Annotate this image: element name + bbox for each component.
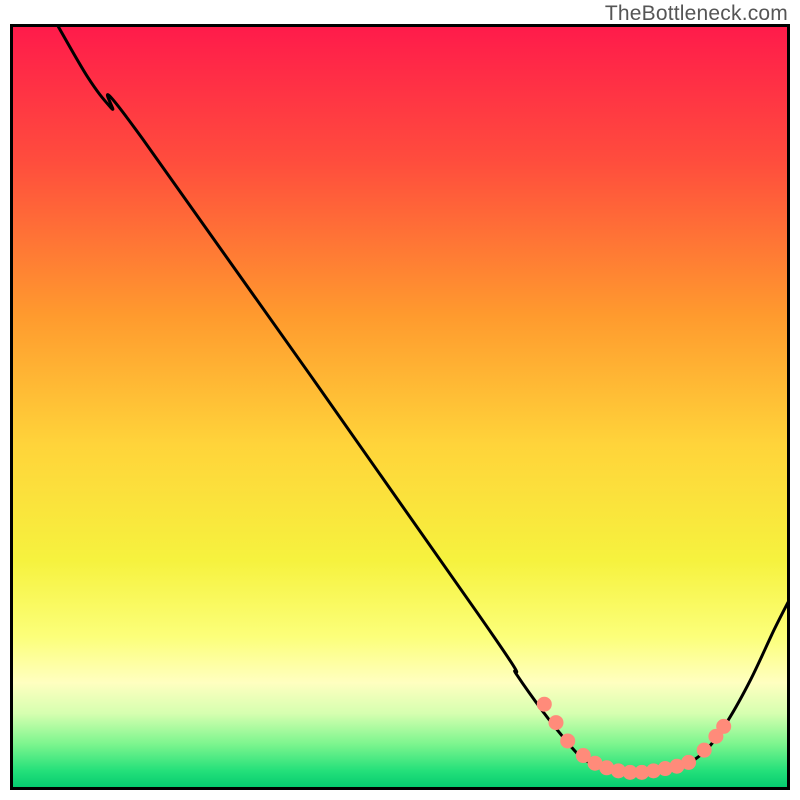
gradient-background	[10, 24, 790, 790]
chart-area	[10, 24, 790, 790]
highlight-dot	[682, 755, 696, 769]
watermark-text: TheBottleneck.com	[605, 2, 788, 26]
highlight-dot	[549, 716, 563, 730]
chart-svg	[10, 24, 790, 790]
highlight-dot	[717, 719, 731, 733]
highlight-dot	[537, 697, 551, 711]
highlight-dot	[561, 734, 575, 748]
highlight-dot	[697, 743, 711, 757]
